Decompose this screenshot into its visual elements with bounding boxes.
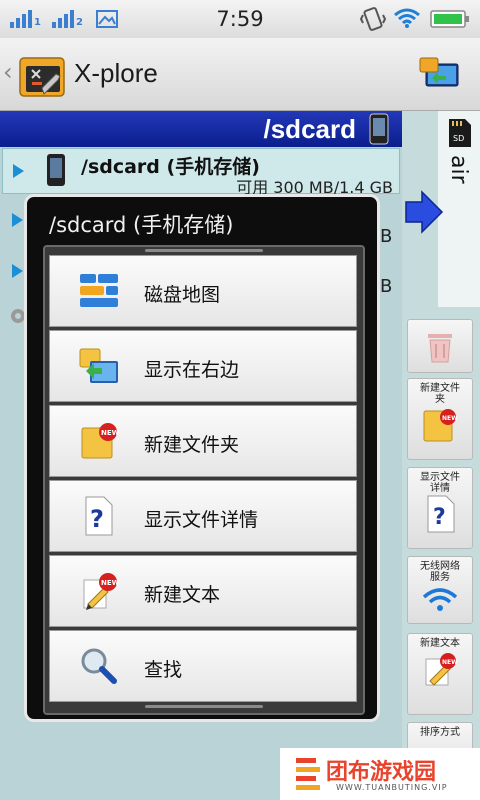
right-pane-title: air xyxy=(446,155,471,184)
svg-text:NEW: NEW xyxy=(442,415,458,422)
side-new-text-button[interactable]: 新建文本 NEW xyxy=(407,633,473,715)
vibrate-icon xyxy=(360,7,386,31)
status-bar: 1 2 7:59 xyxy=(0,0,480,38)
watermark-url: WWW.TUANBUTING.VIP xyxy=(336,783,448,792)
left-pane-path-title: /sdcard xyxy=(263,114,357,144)
new-text-icon: NEW xyxy=(425,653,458,686)
disk-map-icon xyxy=(80,274,118,307)
menu-item-disk-map[interactable]: 磁盘地图 xyxy=(49,255,357,327)
phone-icon xyxy=(47,154,65,186)
watermark-title: 团布游戏园 xyxy=(326,760,437,785)
menu-item-label: 磁盘地图 xyxy=(144,284,221,306)
expand-arrow-icon[interactable] xyxy=(13,164,24,178)
partial-size-text: B xyxy=(380,276,393,297)
pane-arrow-icon[interactable] xyxy=(404,190,444,234)
side-wifi-server-button[interactable]: 无线网络服务 xyxy=(407,556,473,624)
dialog-menu-list: 磁盘地图 显示在右边 NEW 新建文件夹 ? 显示文件详情 NEW 新建文本 查… xyxy=(43,245,365,715)
menu-item-search[interactable]: 查找 xyxy=(49,630,357,702)
svg-text:?: ? xyxy=(433,505,446,530)
menu-item-file-details[interactable]: ? 显示文件详情 xyxy=(49,480,357,552)
delete-button[interactable] xyxy=(407,319,473,373)
partial-size-text: B xyxy=(380,226,393,247)
side-sort-label: 排序方式 xyxy=(420,727,460,738)
side-new-folder-button[interactable]: 新建文件夹 NEW xyxy=(407,378,473,460)
app-title: X-plore xyxy=(74,58,158,88)
svg-text:?: ? xyxy=(90,505,104,533)
file-details-icon: ? xyxy=(427,495,455,533)
app-logo-icon[interactable] xyxy=(18,48,70,100)
phone-icon xyxy=(369,113,389,145)
new-folder-icon: NEW xyxy=(423,409,458,442)
trash-icon xyxy=(428,334,452,363)
back-chevron-icon[interactable]: ‹ xyxy=(3,58,13,86)
side-file-details-button[interactable]: 显示文件详情 ? xyxy=(407,467,473,549)
context-menu-dialog: /sdcard (手机存储) 磁盘地图 显示在右边 NEW 新建文件夹 ? 显示… xyxy=(24,194,380,722)
battery-icon xyxy=(430,10,469,28)
dialog-title: /sdcard (手机存储) xyxy=(49,213,234,237)
new-text-icon: NEW xyxy=(83,573,120,610)
svg-text:NEW: NEW xyxy=(101,579,120,587)
menu-item-new-folder[interactable]: NEW 新建文件夹 xyxy=(49,405,357,477)
side-wifi-server-label: 无线网络服务 xyxy=(420,561,460,583)
menu-item-new-text[interactable]: NEW 新建文本 xyxy=(49,555,357,627)
storage-name: /sdcard (手机存储) xyxy=(81,156,260,178)
expand-arrow-icon[interactable] xyxy=(12,264,23,278)
sd-card-icon: SD xyxy=(449,119,471,147)
right-pane-header[interactable]: SD air xyxy=(438,111,480,307)
menu-item-show-right[interactable]: 显示在右边 xyxy=(49,330,357,402)
app-title-bar: ‹ X-plore xyxy=(0,38,480,111)
file-details-icon: ? xyxy=(85,496,113,536)
svg-text:NEW: NEW xyxy=(101,429,120,437)
menu-item-label: 显示在右边 xyxy=(144,359,240,381)
svg-text:NEW: NEW xyxy=(442,659,458,666)
scroll-handle xyxy=(145,249,263,252)
dual-pane-toggle-icon[interactable] xyxy=(418,56,460,92)
show-right-icon xyxy=(79,348,118,383)
menu-item-label: 显示文件详情 xyxy=(144,509,259,531)
scroll-handle xyxy=(145,705,263,708)
left-pane-path-header[interactable]: /sdcard xyxy=(0,111,402,147)
menu-item-label: 查找 xyxy=(144,659,183,681)
menu-item-label: 新建文本 xyxy=(144,584,221,606)
side-new-text-label: 新建文本 xyxy=(420,638,460,649)
watermark-logo-icon xyxy=(296,758,320,790)
new-folder-icon: NEW xyxy=(81,423,120,459)
side-file-details-label: 显示文件详情 xyxy=(420,472,460,494)
storage-row-selected[interactable]: /sdcard (手机存储) 可用 300 MB/1.4 GB xyxy=(2,148,400,197)
menu-item-label: 新建文件夹 xyxy=(144,434,240,456)
side-new-folder-label: 新建文件夹 xyxy=(420,383,460,405)
svg-text:SD: SD xyxy=(453,134,464,143)
wifi-icon xyxy=(422,588,458,611)
search-icon xyxy=(81,648,117,684)
wifi-icon xyxy=(394,8,420,28)
watermark: 团布游戏园 WWW.TUANBUTING.VIP xyxy=(280,748,480,800)
expand-arrow-icon[interactable] xyxy=(12,213,23,227)
